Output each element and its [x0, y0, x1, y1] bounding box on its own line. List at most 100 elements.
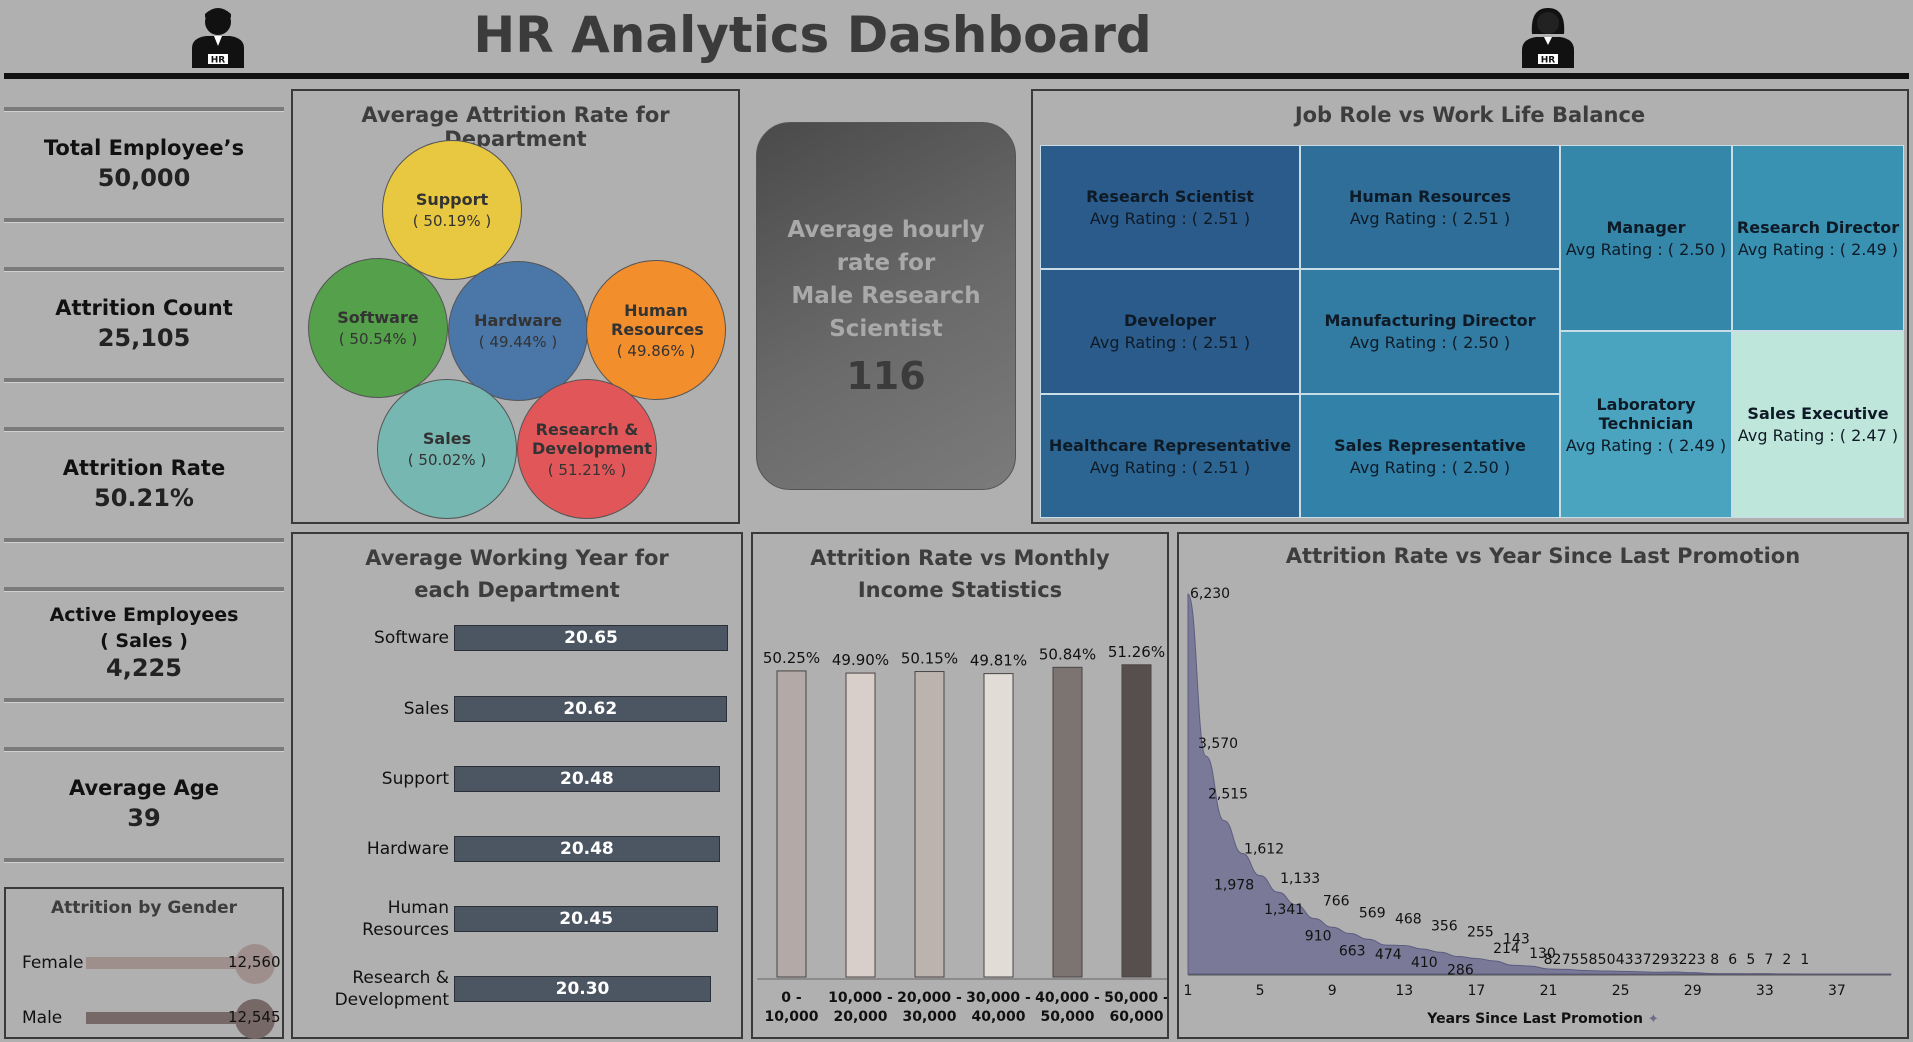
promotion-data-label: 37 [1634, 952, 1652, 968]
bubble-support[interactable]: Support ( 50.19% ) [382, 140, 522, 280]
hbar[interactable]: 20.48 [454, 766, 720, 792]
hbar-label: Human Resources [362, 898, 449, 940]
income-bar[interactable] [845, 672, 876, 978]
kpi-divider [4, 858, 284, 863]
treemap-role: Research Director [1736, 217, 1900, 237]
treemap-rating-prefix: Avg Rating : [1089, 333, 1187, 352]
income-tick-label: 0 - [781, 990, 802, 1006]
income-tick-label: 60,000 [1109, 1009, 1163, 1025]
income-tick-label: 50,000 [1040, 1009, 1094, 1025]
header-bar: HR HR Analytics Dashboard HR [0, 0, 1913, 79]
treemap-rating: Avg Rating : ( 2.49 ) [1566, 436, 1726, 455]
treemap-cell-research-director[interactable]: Research Director Avg Rating : ( 2.49 ) [1732, 145, 1904, 331]
bubble-name: Human Resources [611, 300, 704, 339]
promotion-data-label: 3,570 [1198, 736, 1238, 752]
treemap-rating: Avg Rating : ( 2.51 ) [1350, 209, 1510, 228]
treemap-cell-laboratory-technician[interactable]: Laboratory Technician Avg Rating : ( 2.4… [1560, 331, 1732, 518]
treemap-role: Research Scientist [1086, 186, 1254, 206]
bubble-research-development[interactable]: Research & Development ( 51.21% ) [517, 379, 657, 519]
hbar[interactable]: 20.65 [454, 625, 728, 651]
header-divider [4, 73, 1909, 79]
hbar[interactable]: 20.30 [454, 976, 712, 1002]
treemap-rating: Avg Rating : ( 2.47 ) [1738, 426, 1898, 445]
promotion-tick-label: 25 [1612, 983, 1630, 999]
kpi-label: Active Employees [49, 604, 239, 626]
bubble-name: Sales [422, 429, 472, 448]
income-bar[interactable] [914, 671, 945, 978]
income-bar[interactable] [776, 670, 807, 978]
treemap-cell-sales-executive[interactable]: Sales Executive Avg Rating : ( 2.47 ) [1732, 331, 1904, 518]
income-tick-label: 30,000 - [966, 990, 1031, 1006]
kpi-value: 25,105 [97, 324, 191, 352]
income-bar-value: 51.26% [1108, 643, 1165, 661]
treemap-cell-developer[interactable]: Developer Avg Rating : ( 2.51 ) [1040, 269, 1300, 394]
income-panel: Attrition Rate vs Monthly Income Statist… [751, 532, 1169, 1039]
promotion-tick-label: 21 [1540, 983, 1558, 999]
treemap-cell-research-scientist[interactable]: Research Scientist Avg Rating : ( 2.51 ) [1040, 145, 1300, 269]
working-years-panel: Average Working Year for each Department… [291, 532, 743, 1039]
promotion-tick-label: 1 [1184, 983, 1193, 999]
treemap-role: Sales Representative [1334, 435, 1526, 455]
income-bar-value: 49.81% [970, 652, 1027, 670]
kpi-divider [4, 267, 284, 272]
kpi-total-employees: Total Employee’s 50,000 [4, 136, 284, 192]
promotion-data-label: 1,612 [1244, 842, 1284, 858]
income-bar[interactable] [983, 673, 1014, 978]
income-tick-label: 10,000 - [828, 990, 893, 1006]
treemap-rating-value: ( 2.49 ) [1667, 435, 1727, 455]
hbar[interactable]: 20.48 [454, 836, 720, 862]
kpi-divider [4, 698, 284, 703]
bubble-pct: ( 50.02% ) [407, 451, 487, 469]
promotion-data-label: 6,230 [1190, 586, 1230, 602]
bubble-name: Software [337, 308, 419, 327]
bubble-software[interactable]: Software ( 50.54% ) [308, 258, 448, 398]
bubble-name: Research & Development [532, 419, 652, 458]
treemap-rating-value: ( 2.51 ) [1191, 208, 1251, 228]
income-bar[interactable] [1121, 664, 1152, 978]
treemap-rating: Avg Rating : ( 2.50 ) [1350, 333, 1510, 352]
promotion-data-label: 569 [1359, 905, 1386, 921]
hbar[interactable]: 20.62 [454, 696, 727, 722]
treemap-rating-prefix: Avg Rating : [1089, 208, 1187, 228]
treemap-rating-value: ( 2.49 ) [1839, 239, 1899, 259]
treemap-rating: Avg Rating : ( 2.51 ) [1090, 333, 1250, 352]
bubble-sales[interactable]: Sales ( 50.02% ) [377, 379, 517, 519]
hourly-line-2: rate for [836, 250, 936, 276]
kpi-divider [4, 538, 284, 543]
treemap-rating: Avg Rating : ( 2.50 ) [1350, 458, 1510, 477]
treemap-cell-manager[interactable]: Manager Avg Rating : ( 2.50 ) [1560, 145, 1732, 331]
treemap-rating-prefix: Avg Rating : [1737, 239, 1835, 259]
treemap-role: Sales Executive [1747, 404, 1889, 423]
bubble-human-resources[interactable]: Human Resources ( 49.86% ) [586, 260, 726, 400]
promotion-data-label: 75 [1562, 952, 1580, 968]
income-tick-label: 30,000 [902, 1009, 956, 1025]
promotion-tick-label: 37 [1828, 983, 1846, 999]
income-tick-label: 50,000 - [1104, 990, 1167, 1006]
promotion-data-label: 23 [1688, 952, 1706, 968]
promotion-data-label: 2,515 [1208, 787, 1248, 803]
treemap-cell-human-resources[interactable]: Human Resources Avg Rating : ( 2.51 ) [1300, 145, 1560, 269]
treemap-role: Laboratory Technician [1596, 394, 1696, 433]
promotion-tick-label: 5 [1256, 983, 1265, 999]
treemap-cell-manufacturing-director[interactable]: Manufacturing Director Avg Rating : ( 2.… [1300, 269, 1560, 394]
promotion-tick-label: 33 [1756, 983, 1774, 999]
hbar-label: Software [374, 628, 449, 648]
income-bar[interactable] [1052, 666, 1083, 978]
treemap-rating-value: ( 2.51 ) [1191, 457, 1251, 477]
bubble-hardware[interactable]: Hardware ( 49.44% ) [448, 261, 588, 401]
promotion-data-label: 7 [1764, 952, 1773, 968]
treemap-cell-healthcare-representative[interactable]: Healthcare Representative Avg Rating : (… [1040, 394, 1300, 518]
promotion-tick-label: 13 [1395, 983, 1413, 999]
treemap-cell-sales-representative[interactable]: Sales Representative Avg Rating : ( 2.50… [1300, 394, 1560, 518]
page-title: HR Analytics Dashboard [473, 6, 1152, 64]
treemap-rating-value: ( 2.50 ) [1451, 333, 1511, 352]
hbar-row: Support 20.48 [293, 763, 741, 795]
promotion-data-label: 910 [1305, 928, 1332, 944]
hbar-row: Hardware 20.48 [293, 833, 741, 865]
promotion-data-label: 8 [1710, 952, 1719, 968]
income-bar-value: 49.90% [832, 651, 889, 669]
treemap-rating: Avg Rating : ( 2.51 ) [1090, 209, 1250, 228]
hourly-line-1: Average hourly [787, 217, 985, 243]
treemap-rating: Avg Rating : ( 2.51 ) [1090, 458, 1250, 477]
hbar[interactable]: 20.45 [454, 906, 719, 932]
